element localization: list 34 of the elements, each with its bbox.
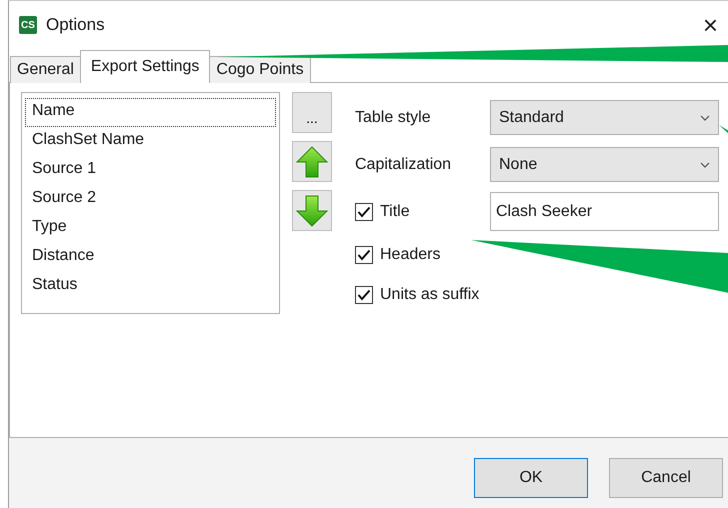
checkbox-label: Headers <box>380 246 440 264</box>
field-label: Table style <box>355 108 432 126</box>
app-logo-icon: CS <box>19 16 37 34</box>
move-up-button[interactable] <box>292 141 332 182</box>
more-button[interactable]: ... <box>292 92 332 133</box>
move-down-button[interactable] <box>292 190 332 231</box>
list-item[interactable]: Type <box>25 214 276 243</box>
list-item[interactable]: Distance <box>25 243 276 272</box>
tab[interactable]: General <box>10 56 81 83</box>
list-item[interactable]: Name <box>25 98 276 127</box>
checkbox[interactable] <box>355 286 373 304</box>
dropdown[interactable]: Standard <box>490 100 719 135</box>
checkbox-label: Title <box>380 202 410 220</box>
checkbox-label: Units as suffix <box>380 286 480 304</box>
down-arrow-icon <box>295 194 329 228</box>
up-arrow-icon <box>295 144 329 178</box>
title-field[interactable]: Clash Seeker <box>490 192 719 231</box>
chevron-down-icon <box>700 114 710 120</box>
window-title: Options <box>46 15 106 35</box>
field-label: Capitalization <box>355 156 452 174</box>
tab[interactable]: Cogo Points <box>209 56 311 83</box>
tab[interactable]: Export Settings <box>80 50 210 83</box>
list-item[interactable]: Source 2 <box>25 185 276 214</box>
list-item[interactable]: ClashSet Name <box>25 127 276 156</box>
dropdown[interactable]: None <box>490 147 719 182</box>
dialog-button[interactable]: Cancel <box>609 458 723 498</box>
callout-arrow <box>719 125 728 134</box>
close-button[interactable]: × <box>702 10 718 40</box>
checkbox[interactable] <box>355 202 373 220</box>
dialog-button[interactable]: OK <box>474 458 588 498</box>
list-item[interactable]: Source 1 <box>25 156 276 185</box>
chevron-down-icon <box>700 162 710 168</box>
checkbox[interactable] <box>355 246 373 264</box>
list-item[interactable]: Status <box>25 272 276 301</box>
